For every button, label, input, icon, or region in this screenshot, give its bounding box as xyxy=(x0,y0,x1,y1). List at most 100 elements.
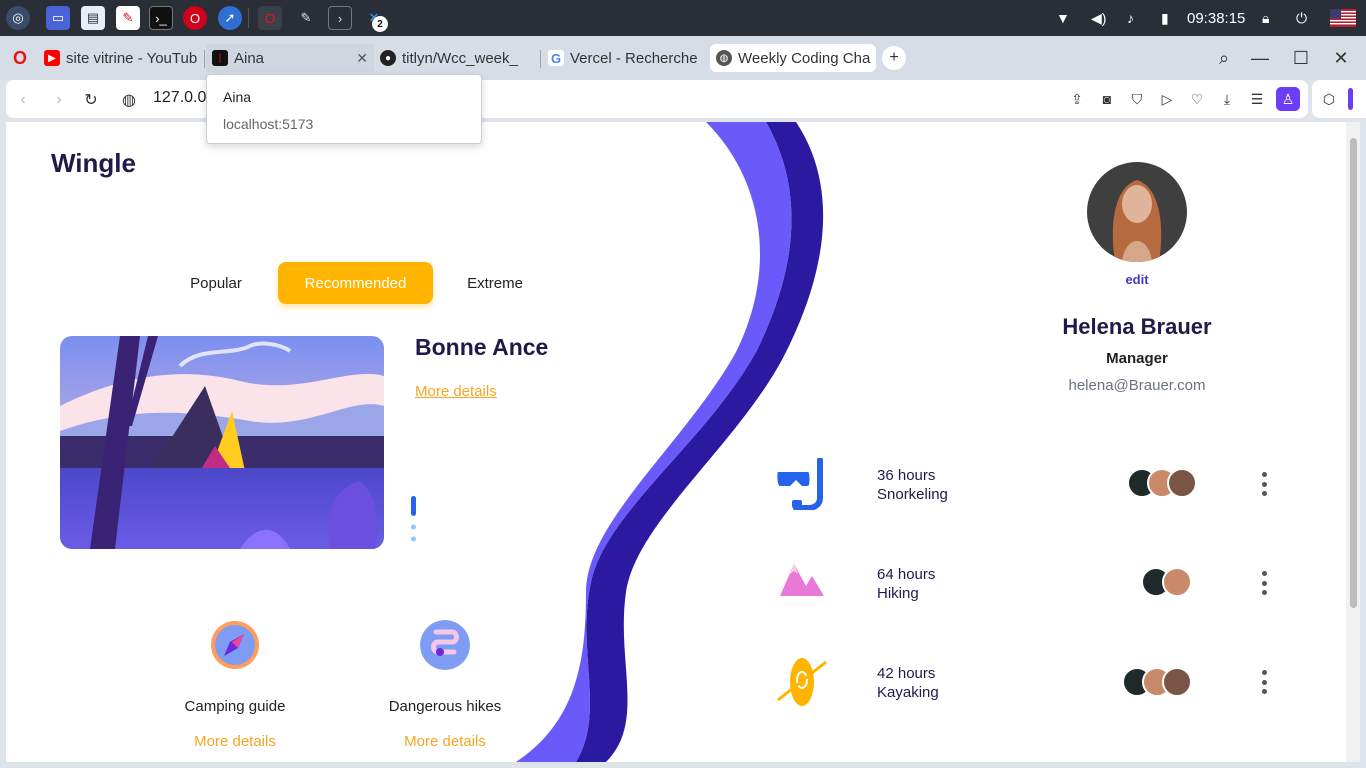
account-icon[interactable]: ♙ xyxy=(1276,87,1300,111)
youtube-icon: ▶ xyxy=(44,50,60,66)
system-menu-icon[interactable]: ◎ xyxy=(6,6,30,30)
lock-icon[interactable]: 🔒︎ xyxy=(1262,0,1269,36)
forward-icon[interactable]: › xyxy=(48,89,70,111)
feature-link-camping-guide[interactable]: More details xyxy=(155,733,315,750)
tab-label: Weekly Coding Cha xyxy=(738,49,871,67)
filter-extreme[interactable]: Extreme xyxy=(455,262,535,304)
desktop-icon[interactable]: ▭ xyxy=(46,6,70,30)
clock[interactable]: 09:38:15 xyxy=(1187,0,1245,36)
opera-window-icon[interactable]: O xyxy=(258,6,282,30)
activity-hours-snorkeling: 36 hours xyxy=(877,467,936,484)
tab-hover-tooltip: Aina localhost:5173 xyxy=(206,74,482,144)
browser-tab-bar: O ▶ site vitrine - YouTub | Aina ✕ ● tit… xyxy=(0,36,1366,80)
filter-popular[interactable]: Popular xyxy=(176,262,256,304)
search-tabs-icon[interactable]: ⌕ xyxy=(1212,46,1236,70)
minimize-icon[interactable]: — xyxy=(1248,46,1272,70)
activity-name-snorkeling: Snorkeling xyxy=(877,486,948,503)
reload-icon[interactable]: ↻ xyxy=(80,89,102,111)
featured-image[interactable] xyxy=(60,336,384,549)
activity-name-kayaking: Kayaking xyxy=(877,684,939,701)
activity-hours-kayaking: 42 hours xyxy=(877,665,936,682)
cube-icon[interactable]: ⬡ xyxy=(1320,90,1338,108)
activity-menu-icon[interactable] xyxy=(1259,571,1269,595)
editor-window-icon[interactable]: ✎ xyxy=(294,6,318,30)
carousel-indicator[interactable] xyxy=(408,496,420,546)
scrollbar-thumb[interactable] xyxy=(1350,138,1357,608)
power-icon[interactable]: ⏻ xyxy=(1296,0,1307,36)
profile-name: Helena Brauer xyxy=(1062,314,1212,339)
window-count-badge: 2 xyxy=(372,16,388,32)
tab-label: Aina xyxy=(234,49,265,67)
featured-more-details-link[interactable]: More details xyxy=(415,383,497,400)
profile-role: Manager xyxy=(1106,350,1168,367)
wifi-icon[interactable]: ▼ xyxy=(1056,0,1070,36)
activity-name-hiking: Hiking xyxy=(877,585,919,602)
snorkel-icon xyxy=(777,458,823,510)
heart-icon[interactable]: ♡ xyxy=(1188,90,1206,108)
notification-bell-icon[interactable]: ♪ xyxy=(1127,0,1134,36)
shield-icon[interactable]: ⛉ xyxy=(1128,90,1146,108)
easy-setup-icon[interactable]: ☰ xyxy=(1248,90,1266,108)
terminal-window-icon[interactable]: › xyxy=(328,6,352,30)
globe-icon: ◍ xyxy=(716,50,732,66)
tab-separator xyxy=(540,50,541,68)
site-info-icon[interactable]: ◍ xyxy=(118,89,140,111)
os-taskbar: ◎ ▭ ▤ ✎ ›_ O ➚ O ✎ › ✕ 2 ▼ ◀) ♪ ▮ 09:38:… xyxy=(0,0,1366,36)
tab-label: site vitrine - YouTub xyxy=(66,49,198,67)
tooltip-title: Aina xyxy=(223,89,252,105)
page-scrollbar[interactable] xyxy=(1346,122,1360,762)
close-window-icon[interactable]: ✕ xyxy=(1329,46,1353,70)
opera-menu-icon[interactable]: O xyxy=(8,46,32,70)
activity-menu-icon[interactable] xyxy=(1259,472,1269,496)
new-tab-button[interactable]: + xyxy=(882,46,906,70)
compass-app-icon[interactable]: ➚ xyxy=(218,6,242,30)
activity-menu-icon[interactable] xyxy=(1259,670,1269,694)
camping-illustration xyxy=(60,336,384,549)
share-icon[interactable]: ⇪ xyxy=(1068,90,1086,108)
tab-youtube[interactable]: ▶ site vitrine - YouTub xyxy=(38,44,200,72)
maximize-icon[interactable]: ☐ xyxy=(1289,46,1313,70)
participant-avatar[interactable] xyxy=(1167,468,1197,498)
play-icon[interactable]: ▷ xyxy=(1158,90,1176,108)
tooltip-url: localhost:5173 xyxy=(223,116,314,132)
back-icon[interactable]: ‹ xyxy=(12,89,34,111)
page-viewport: Wingle Popular Recommended Extreme Bonne… xyxy=(6,122,1346,762)
close-tab-icon[interactable]: ✕ xyxy=(356,50,368,67)
volume-icon[interactable]: ◀) xyxy=(1091,0,1106,36)
tab-separator xyxy=(204,50,205,68)
tab-weekly-coding[interactable]: ◍ Weekly Coding Cha xyxy=(710,44,876,72)
battery-icon[interactable]: ▮ xyxy=(1161,0,1169,36)
address-bar: ‹ › ↻ ◍ 127.0.0.1 ⇪ ◙ ⛉ ▷ ♡ ⤓ ☰ ♙ xyxy=(6,80,1308,118)
tab-github[interactable]: ● titlyn/Wcc_week_ xyxy=(374,44,536,72)
brand-logo[interactable]: Wingle xyxy=(51,148,136,179)
google-icon: G xyxy=(548,50,564,66)
feature-title-dangerous-hikes: Dangerous hikes xyxy=(388,698,502,715)
feature-link-dangerous-hikes[interactable]: More details xyxy=(365,733,525,750)
edit-profile-link[interactable]: edit xyxy=(1112,272,1162,287)
kayak-icon xyxy=(777,658,827,706)
profile-email: helena@Brauer.com xyxy=(1068,377,1206,394)
participant-avatar[interactable] xyxy=(1162,567,1192,597)
terminal-icon[interactable]: ›_ xyxy=(149,6,173,30)
opera-icon[interactable]: O xyxy=(183,6,207,30)
activity-hours-hiking: 64 hours xyxy=(877,566,936,583)
featured-title: Bonne Ance xyxy=(415,334,549,360)
camera-icon[interactable]: ◙ xyxy=(1098,90,1116,108)
text-editor-icon[interactable]: ✎ xyxy=(116,6,140,30)
github-icon: ● xyxy=(380,50,396,66)
tab-google[interactable]: G Vercel - Recherche xyxy=(542,44,704,72)
tab-aina[interactable]: | Aina ✕ xyxy=(206,44,374,72)
mountain-icon xyxy=(780,564,824,596)
winding-path-icon[interactable] xyxy=(420,620,470,670)
tab-label: titlyn/Wcc_week_ xyxy=(402,49,518,67)
aina-icon: | xyxy=(212,50,228,66)
download-icon[interactable]: ⤓ xyxy=(1218,90,1236,108)
profile-avatar[interactable] xyxy=(1087,162,1187,262)
extension-area: ⬡ xyxy=(1312,80,1366,118)
compass-icon[interactable] xyxy=(210,620,260,670)
us-flag-icon[interactable] xyxy=(1330,0,1356,36)
participant-avatar[interactable] xyxy=(1162,667,1192,697)
files-icon[interactable]: ▤ xyxy=(81,6,105,30)
feature-title-camping-guide: Camping guide xyxy=(184,698,286,715)
filter-recommended[interactable]: Recommended xyxy=(278,262,433,304)
